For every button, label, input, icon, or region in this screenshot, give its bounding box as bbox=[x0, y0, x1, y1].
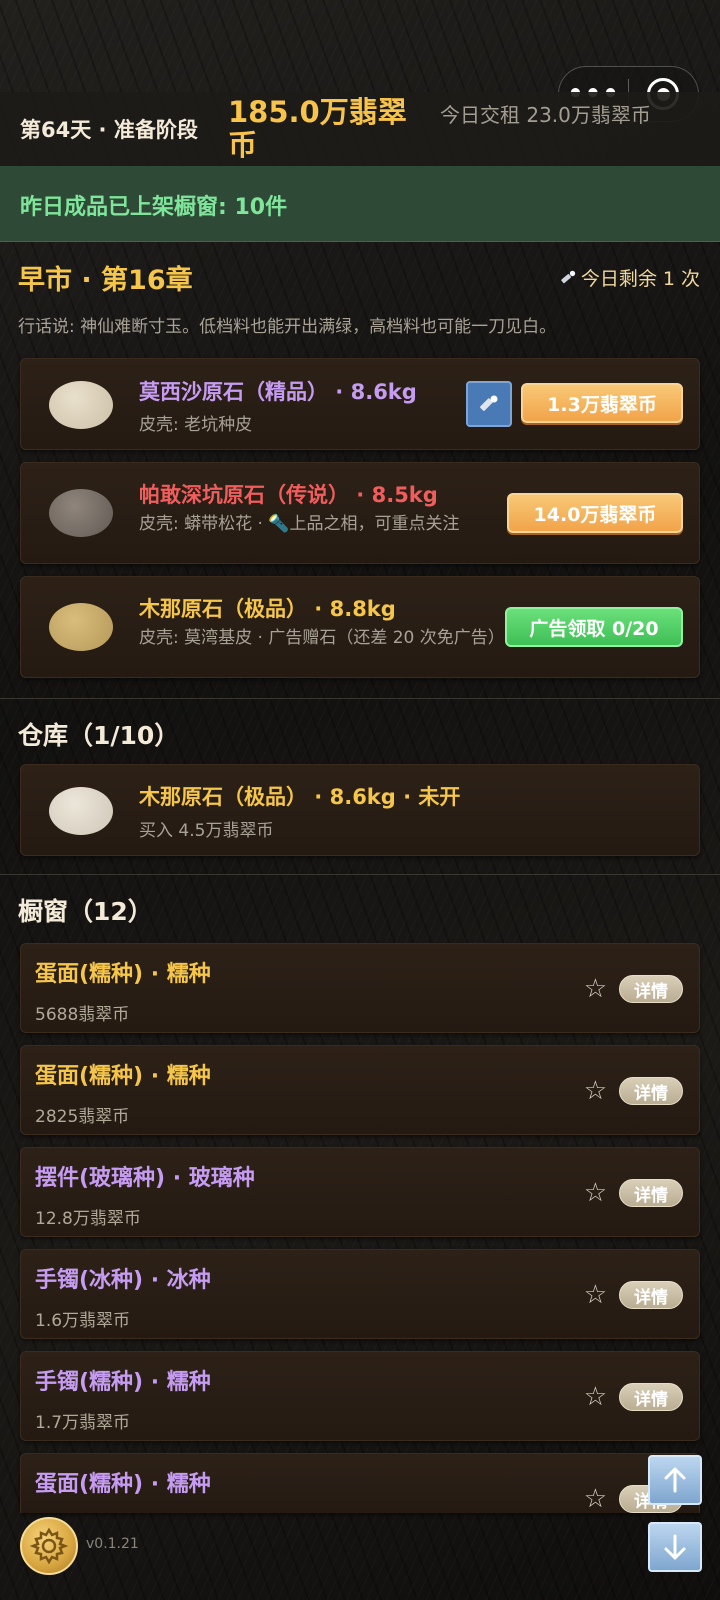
detail-button[interactable]: 详情 bbox=[619, 1281, 683, 1309]
buy-stone-button[interactable]: 14.0万翡翠币 bbox=[507, 493, 683, 533]
day-phase: 第64天 · 准备阶段 bbox=[20, 118, 198, 142]
showcase-item-name: 蛋面(糯种) · 糯种 bbox=[35, 1472, 211, 1497]
showcase-item[interactable]: 手镯(冰种) · 冰种 1.6万翡翠币 ☆ 详情 bbox=[20, 1249, 700, 1339]
ad-claim-button[interactable]: 广告领取 0/20 bbox=[505, 607, 683, 647]
scroll-bottom-button[interactable] bbox=[648, 1522, 702, 1572]
warehouse-item-cost: 买入 4.5万翡翠币 bbox=[139, 821, 274, 841]
detail-button[interactable]: 详情 bbox=[619, 975, 683, 1003]
showcase-item[interactable]: 蛋面(糯种) · 糯种 5688翡翠币 ☆ 详情 bbox=[20, 943, 700, 1033]
remaining-count: 今日剩余 1 次 bbox=[559, 264, 700, 291]
showcase-item[interactable]: 蛋面(糯种) · 糯种 ☆ 详情 bbox=[20, 1453, 700, 1513]
star-icon[interactable]: ☆ bbox=[584, 1180, 607, 1206]
shelf-notice: 昨日成品已上架橱窗: 10件 bbox=[0, 166, 720, 242]
star-icon[interactable]: ☆ bbox=[584, 976, 607, 1002]
showcase-item-name: 蛋面(糯种) · 糯种 bbox=[35, 1064, 211, 1089]
version-label: v0.1.21 bbox=[86, 1536, 139, 1552]
warehouse-title: 仓库（1/10） bbox=[18, 721, 180, 750]
daily-rent: 今日交租 23.0万翡翠币 bbox=[440, 103, 651, 127]
arrow-down-icon bbox=[664, 1534, 686, 1560]
gear-icon bbox=[29, 1527, 69, 1565]
showcase-item-name: 蛋面(糯种) · 糯种 bbox=[35, 962, 211, 987]
warehouse-item[interactable]: 木那原石（极品） · 8.6kg · 未开 买入 4.5万翡翠币 bbox=[20, 764, 700, 856]
stone-name: 莫西沙原石（精品） · 8.6kg bbox=[139, 380, 417, 404]
star-icon[interactable]: ☆ bbox=[584, 1078, 607, 1104]
inspect-torch-button[interactable] bbox=[466, 381, 512, 427]
stone-image bbox=[49, 489, 113, 537]
showcase-item[interactable]: 摆件(玻璃种) · 玻璃种 12.8万翡翠币 ☆ 详情 bbox=[20, 1147, 700, 1237]
showcase-item-price: 5688翡翠币 bbox=[35, 1005, 130, 1025]
star-icon[interactable]: ☆ bbox=[584, 1486, 607, 1512]
torch-icon bbox=[480, 395, 498, 411]
section-divider bbox=[0, 698, 720, 699]
detail-button[interactable]: 详情 bbox=[619, 1179, 683, 1207]
showcase-item-price: 2825翡翠币 bbox=[35, 1107, 130, 1127]
stone-card: 木那原石（极品） · 8.8kg 皮壳: 莫湾基皮 · 广告赠石（还差 20 次… bbox=[20, 576, 700, 678]
stone-image bbox=[49, 787, 113, 835]
stone-image bbox=[49, 603, 113, 651]
settings-button[interactable] bbox=[20, 1517, 78, 1575]
detail-button[interactable]: 详情 bbox=[619, 1077, 683, 1105]
stone-skin: 皮壳: 老坑种皮 bbox=[139, 415, 253, 435]
remaining-text: 今日剩余 1 次 bbox=[580, 268, 700, 290]
showcase-item[interactable]: 蛋面(糯种) · 糯种 2825翡翠币 ☆ 详情 bbox=[20, 1045, 700, 1135]
warehouse-item-name: 木那原石（极品） · 8.6kg · 未开 bbox=[139, 785, 461, 809]
buy-stone-button[interactable]: 1.3万翡翠币 bbox=[521, 383, 683, 423]
star-icon[interactable]: ☆ bbox=[584, 1282, 607, 1308]
showcase-item[interactable]: 手镯(糯种) · 糯种 1.7万翡翠币 ☆ 详情 bbox=[20, 1351, 700, 1441]
stone-card: 帕敢深坑原石（传说） · 8.5kg 皮壳: 蟒带松花 · 🔦上品之相，可重点关… bbox=[20, 462, 700, 564]
stone-name: 木那原石（极品） · 8.8kg bbox=[139, 597, 396, 621]
showcase-item-name: 摆件(玻璃种) · 玻璃种 bbox=[35, 1166, 255, 1191]
stone-image bbox=[49, 381, 113, 429]
showcase-item-name: 手镯(糯种) · 糯种 bbox=[35, 1370, 211, 1395]
stone-name: 帕敢深坑原石（传说） · 8.5kg bbox=[139, 483, 438, 507]
star-icon[interactable]: ☆ bbox=[584, 1384, 607, 1410]
showcase-item-price: 1.6万翡翠币 bbox=[35, 1311, 131, 1331]
detail-button[interactable]: 详情 bbox=[619, 1383, 683, 1411]
scroll-top-button[interactable] bbox=[648, 1455, 702, 1505]
stone-skin: 皮壳: 莫湾基皮 · 广告赠石（还差 20 次免广告） bbox=[139, 628, 505, 648]
showcase-title: 橱窗（12） bbox=[18, 897, 153, 926]
notice-text: 昨日成品已上架橱窗: 10件 bbox=[20, 195, 288, 220]
torch-icon bbox=[561, 270, 576, 284]
showcase-item-price: 1.7万翡翠币 bbox=[35, 1413, 131, 1433]
stone-skin: 皮壳: 蟒带松花 · 🔦上品之相，可重点关注 bbox=[139, 514, 460, 534]
market-saying: 行话说: 神仙难断寸玉。低档料也能开出满绿，高档料也可能一刀见白。 bbox=[18, 317, 557, 337]
showcase-item-price: 12.8万翡翠币 bbox=[35, 1209, 141, 1229]
section-divider bbox=[0, 874, 720, 875]
coin-balance: 185.0万翡翠币 bbox=[228, 95, 407, 162]
status-bar: 第64天 · 准备阶段 185.0万翡翠币 今日交租 23.0万翡翠币 bbox=[0, 92, 720, 166]
market-title: 早市 · 第16章 bbox=[18, 265, 193, 296]
showcase-item-name: 手镯(冰种) · 冰种 bbox=[35, 1268, 211, 1293]
stone-card: 莫西沙原石（精品） · 8.6kg 皮壳: 老坑种皮 1.3万翡翠币 bbox=[20, 358, 700, 450]
arrow-up-icon bbox=[664, 1467, 686, 1493]
